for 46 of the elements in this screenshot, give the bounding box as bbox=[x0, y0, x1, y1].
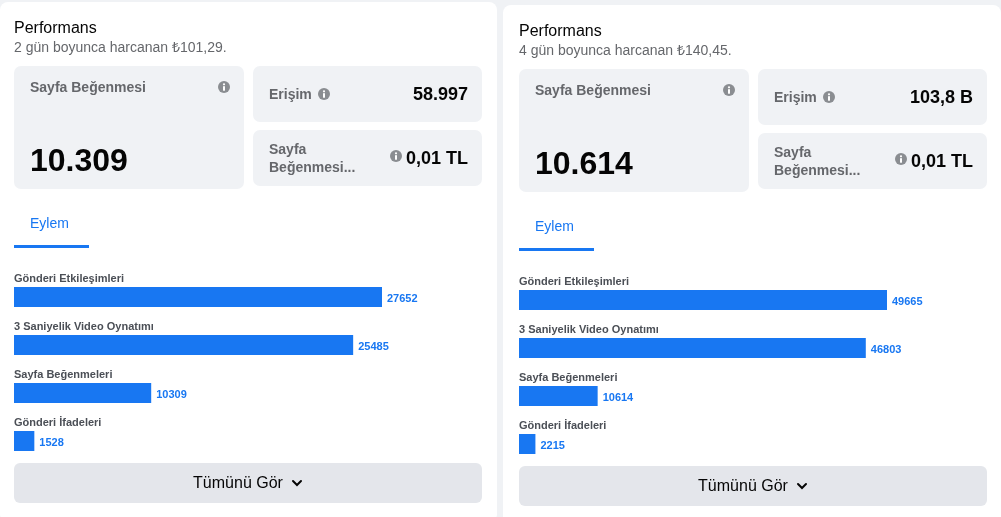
bar-value: 10614 bbox=[602, 391, 634, 403]
info-icon[interactable] bbox=[390, 150, 402, 162]
bar-label: 3 Saniyelik Video Oynatımı bbox=[519, 323, 659, 335]
panel-title: Performans bbox=[519, 21, 603, 41]
metric-value: 0,01 TL bbox=[405, 147, 468, 169]
bar-label: 3 Saniyelik Video Oynatımı bbox=[14, 320, 154, 332]
info-icon[interactable] bbox=[218, 81, 230, 93]
spend-summary: 4 gün boyunca harcanan ₺140,45. bbox=[519, 41, 733, 59]
info-icon[interactable] bbox=[822, 91, 835, 103]
metric-value: 103,8 B bbox=[909, 86, 973, 108]
metric-label: Sayfa Beğenmesi... bbox=[774, 143, 862, 179]
metric-value: 58.997 bbox=[412, 83, 468, 105]
bar-label: Gönderi İfadeleri bbox=[14, 416, 102, 428]
bar bbox=[14, 431, 35, 451]
bar-label: Gönderi İfadeleri bbox=[519, 419, 607, 431]
tab[interactable]: Eylem bbox=[519, 204, 594, 251]
spend-summary: 2 gün boyunca harcanan ₺101,29. bbox=[14, 38, 228, 56]
metric-label: Erişim bbox=[774, 89, 817, 105]
metric-label: Sayfa Beğenmesi bbox=[535, 82, 651, 98]
bar-value: 10309 bbox=[156, 388, 187, 400]
metric-value: 0,01 TL bbox=[910, 150, 973, 172]
info-icon[interactable] bbox=[723, 84, 735, 96]
tab[interactable]: Eylem bbox=[14, 201, 89, 248]
bar-label: Sayfa Beğenmeleri bbox=[14, 368, 113, 380]
bar-value: 49665 bbox=[892, 295, 923, 307]
see-all-button[interactable]: Tümünü Gör bbox=[519, 466, 987, 506]
bar-value: 1528 bbox=[39, 436, 64, 448]
bar-value: 46803 bbox=[870, 343, 902, 355]
metric-value: 10.614 bbox=[535, 145, 634, 182]
bar-label: Sayfa Beğenmeleri bbox=[519, 371, 618, 383]
bar-value: 25485 bbox=[358, 340, 389, 352]
bar-label: Gönderi Etkileşimleri bbox=[519, 275, 630, 287]
metric-label: Erişim bbox=[269, 86, 312, 102]
chevron-down-icon bbox=[795, 482, 808, 490]
metric-value: 10.309 bbox=[30, 142, 129, 179]
metric-label: Sayfa Beğenmesi bbox=[30, 79, 146, 95]
bar-label: Gönderi Etkileşimleri bbox=[14, 272, 125, 284]
see-all-button[interactable]: Tümünü Gör bbox=[14, 463, 482, 503]
chevron-down-icon bbox=[290, 479, 303, 487]
panel-title: Performans bbox=[14, 18, 98, 38]
bar-value: 2215 bbox=[540, 439, 565, 451]
info-icon[interactable] bbox=[317, 88, 330, 100]
metric-label: Sayfa Beğenmesi... bbox=[269, 140, 357, 176]
info-icon[interactable] bbox=[895, 153, 907, 165]
bar bbox=[519, 434, 536, 454]
bar-value: 27652 bbox=[387, 292, 418, 304]
